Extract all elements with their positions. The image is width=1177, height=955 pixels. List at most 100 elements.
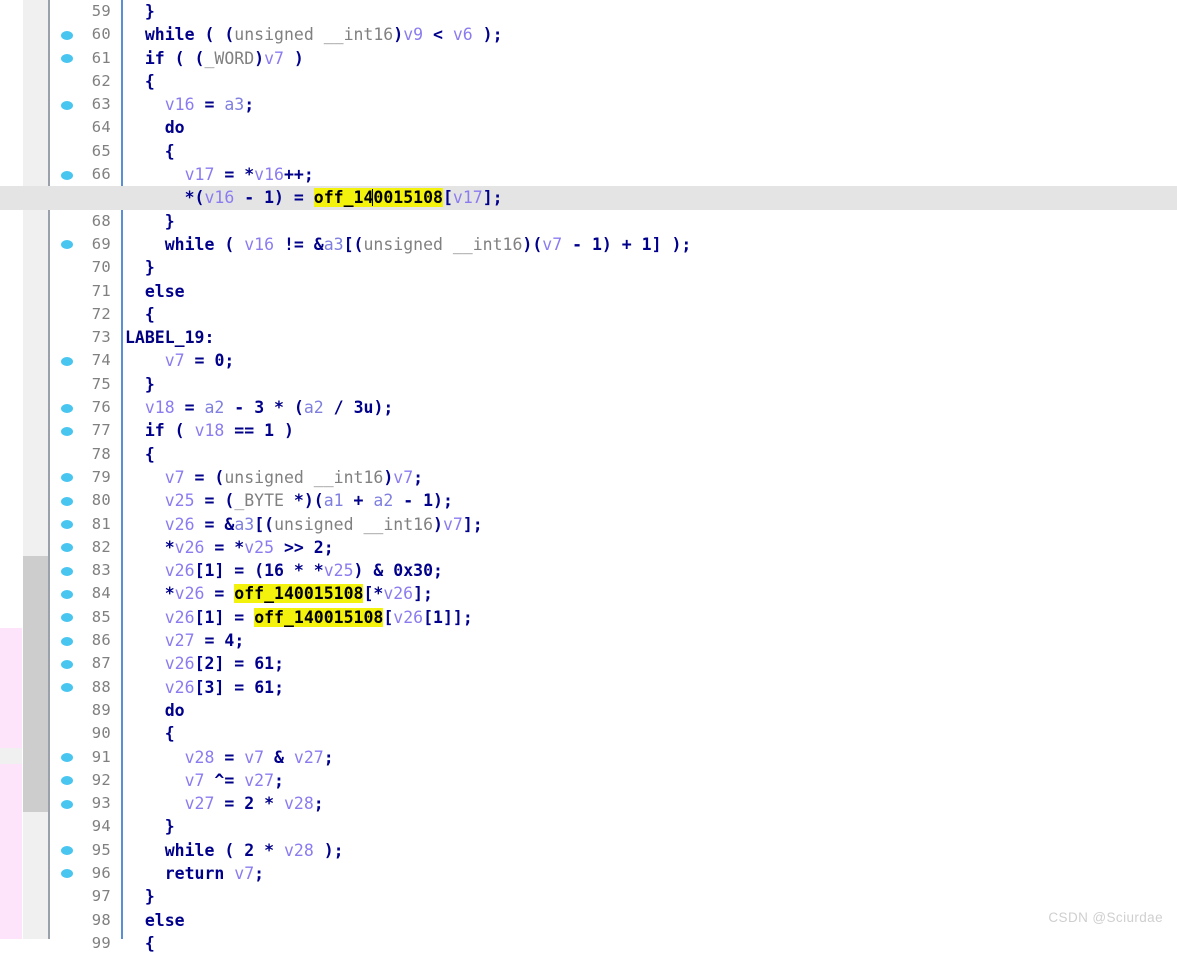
gutter-row[interactable]: 90 [50, 722, 120, 745]
code-line[interactable]: } [123, 373, 1177, 396]
gutter-row[interactable]: 72 [50, 303, 120, 326]
code-line[interactable]: v7 = 0; [123, 349, 1177, 372]
code-token-gname[interactable]: off_14 [313, 188, 374, 208]
address-marker-icon[interactable] [61, 100, 73, 110]
gutter-row[interactable]: 62 [50, 70, 120, 93]
gutter-row[interactable]: 80 [50, 489, 120, 512]
gutter-row[interactable]: 93 [50, 792, 120, 815]
gutter-row[interactable]: 68 [50, 210, 120, 233]
address-marker-icon[interactable] [61, 683, 73, 693]
gutter-row[interactable]: 85 [50, 606, 120, 629]
address-marker-icon[interactable] [61, 589, 73, 599]
code-token-gname[interactable]: off_140015108 [234, 584, 364, 604]
gutter-row[interactable]: 60 [50, 23, 120, 46]
gutter-row[interactable]: 70 [50, 256, 120, 279]
gutter-row[interactable]: 81 [50, 513, 120, 536]
code-line[interactable]: v17 = *v16++; [123, 163, 1177, 186]
address-marker-icon[interactable] [61, 869, 73, 879]
gutter-row[interactable]: 94 [50, 815, 120, 838]
code-line[interactable]: while ( (unsigned __int16)v9 < v6 ); [123, 23, 1177, 46]
code-line[interactable]: } [123, 885, 1177, 908]
code-line[interactable]: if ( v18 == 1 ) [123, 419, 1177, 442]
address-marker-icon[interactable] [61, 776, 73, 786]
code-line[interactable]: v26[1] = off_140015108[v26[1]]; [123, 606, 1177, 629]
gutter-row[interactable]: 89 [50, 699, 120, 722]
navigator-band[interactable] [0, 748, 22, 764]
scrollbar-thumb[interactable] [23, 556, 48, 812]
gutter-row[interactable]: 76 [50, 396, 120, 419]
code-line[interactable]: do [123, 116, 1177, 139]
address-marker-icon[interactable] [61, 170, 73, 180]
gutter-row[interactable]: 79 [50, 466, 120, 489]
gutter-row[interactable]: 78 [50, 443, 120, 466]
code-line[interactable]: v26[3] = 61; [123, 676, 1177, 699]
address-marker-icon[interactable] [61, 566, 73, 576]
address-marker-icon[interactable] [61, 240, 73, 250]
address-marker-icon[interactable] [61, 30, 73, 40]
gutter-row[interactable]: 71 [50, 280, 120, 303]
gutter-row[interactable]: 98 [50, 909, 120, 932]
gutter-row[interactable]: 77 [50, 419, 120, 442]
gutter-row[interactable]: 82 [50, 536, 120, 559]
address-marker-icon[interactable] [61, 799, 73, 809]
code-line[interactable]: else [123, 280, 1177, 303]
code-line[interactable]: *v26 = *v25 >> 2; [123, 536, 1177, 559]
code-line[interactable]: while ( v16 != &a3[(unsigned __int16)(v7… [123, 233, 1177, 256]
code-line[interactable]: } [123, 815, 1177, 838]
gutter-row[interactable]: 87 [50, 652, 120, 675]
gutter-row[interactable]: 83 [50, 559, 120, 582]
gutter-row[interactable]: 74 [50, 349, 120, 372]
gutter-row[interactable]: 92 [50, 769, 120, 792]
code-line[interactable]: while ( 2 * v28 ); [123, 839, 1177, 862]
code-line[interactable]: v28 = v7 & v27; [123, 746, 1177, 769]
code-line[interactable]: if ( (_WORD)v7 ) [123, 47, 1177, 70]
gutter-row[interactable]: 61 [50, 47, 120, 70]
code-line[interactable]: { [123, 70, 1177, 93]
gutter-row[interactable]: 95 [50, 839, 120, 862]
code-line[interactable]: v27 = 2 * v28; [123, 792, 1177, 815]
code-line[interactable]: } [123, 210, 1177, 233]
navigator-strip[interactable] [0, 0, 22, 939]
gutter-row[interactable]: 86 [50, 629, 120, 652]
code-line[interactable]: return v7; [123, 862, 1177, 885]
address-marker-icon[interactable] [61, 659, 73, 669]
address-marker-icon[interactable] [61, 636, 73, 646]
gutter-row[interactable]: 75 [50, 373, 120, 396]
code-line[interactable]: { [123, 932, 1177, 955]
gutter-row[interactable]: 59 [50, 0, 120, 23]
code-line[interactable]: { [123, 722, 1177, 745]
address-marker-icon[interactable] [61, 613, 73, 623]
code-line[interactable]: else [123, 909, 1177, 932]
address-marker-icon[interactable] [61, 426, 73, 436]
code-line[interactable]: v25 = (_BYTE *)(a1 + a2 - 1); [123, 489, 1177, 512]
gutter-row[interactable]: 63 [50, 93, 120, 116]
address-marker-icon[interactable] [61, 403, 73, 413]
navigator-band[interactable] [0, 764, 22, 939]
address-marker-icon[interactable] [61, 496, 73, 506]
editor-gutter[interactable]: 5960616263646566676869707172737475767778… [50, 0, 120, 952]
gutter-row[interactable]: 66 [50, 163, 120, 186]
code-line[interactable]: do [123, 699, 1177, 722]
vertical-scrollbar[interactable] [23, 0, 48, 939]
code-line[interactable]: *v26 = off_140015108[*v26]; [123, 582, 1177, 605]
code-line[interactable]: v7 ^= v27; [123, 769, 1177, 792]
code-line-current[interactable]: *(v16 - 1) = off_140015108[v17]; [0, 186, 1177, 210]
gutter-row[interactable]: 88 [50, 676, 120, 699]
address-marker-icon[interactable] [61, 846, 73, 856]
code-line[interactable]: v7 = (unsigned __int16)v7; [123, 466, 1177, 489]
code-line[interactable]: v16 = a3; [123, 93, 1177, 116]
code-line[interactable]: v26[1] = (16 * *v25) & 0x30; [123, 559, 1177, 582]
code-line[interactable]: v27 = 4; [123, 629, 1177, 652]
address-marker-icon[interactable] [61, 473, 73, 483]
address-marker-icon[interactable] [61, 543, 73, 553]
gutter-row[interactable]: 65 [50, 140, 120, 163]
code-line[interactable]: } [123, 256, 1177, 279]
code-line[interactable]: { [123, 140, 1177, 163]
address-marker-icon[interactable] [61, 54, 73, 64]
address-marker-icon[interactable] [61, 520, 73, 530]
code-line[interactable]: LABEL_19: [123, 326, 1177, 349]
gutter-row[interactable]: 97 [50, 885, 120, 908]
gutter-row[interactable]: 73 [50, 326, 120, 349]
code-token-gname[interactable]: off_140015108 [254, 607, 384, 627]
code-line[interactable]: { [123, 443, 1177, 466]
